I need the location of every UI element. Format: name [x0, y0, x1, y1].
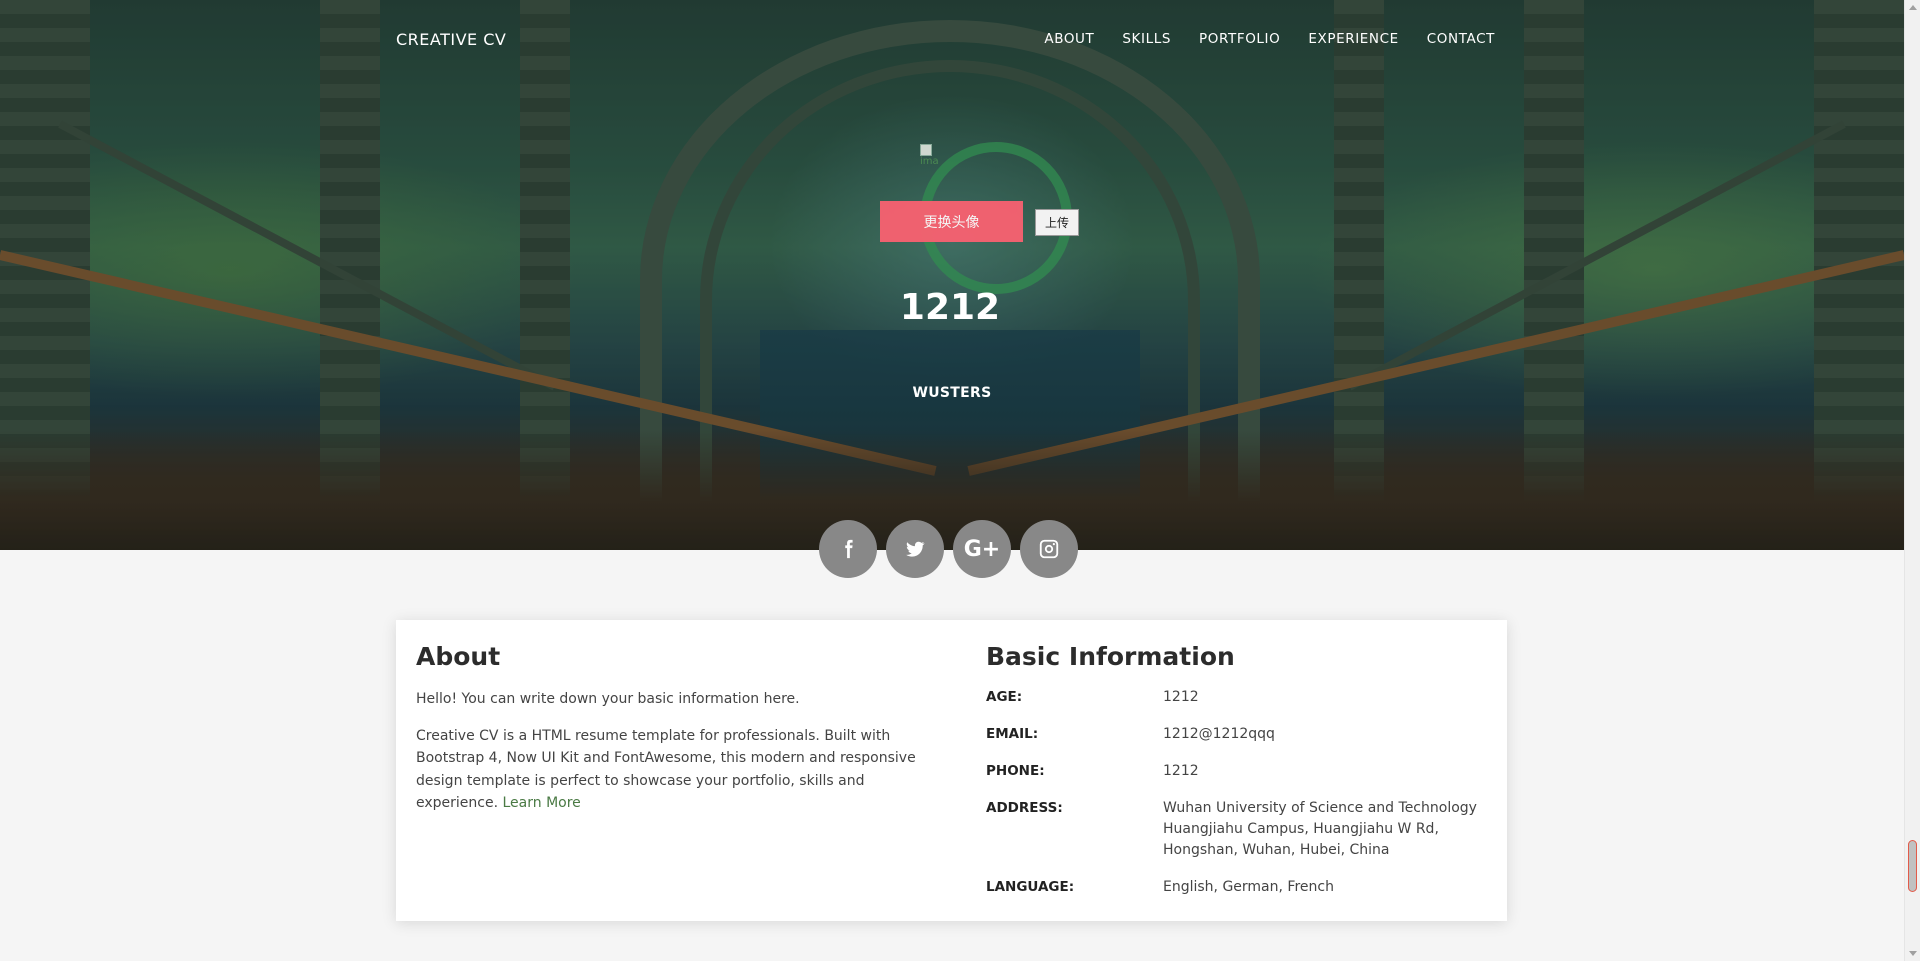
info-value: Wuhan University of Science and Technolo…: [1163, 800, 1477, 858]
about-heading: About: [416, 642, 501, 671]
social-buttons: G+: [819, 520, 1078, 578]
google-plus-button[interactable]: G+: [953, 520, 1011, 578]
facebook-button[interactable]: [819, 520, 877, 578]
avatar-alt-text: ima: [920, 156, 939, 167]
instagram-icon: [1039, 539, 1059, 559]
scroll-up-arrow-icon[interactable]: [1909, 5, 1917, 10]
broken-image-icon: ima: [920, 144, 950, 167]
image-placeholder-icon: [920, 144, 932, 156]
info-value: 1212: [1163, 689, 1199, 705]
basic-info-section: Basic Information AGE: 1212 EMAIL: 1212@…: [986, 642, 1496, 914]
basic-info-heading: Basic Information: [986, 642, 1235, 671]
profile-title: WUSTERS: [912, 385, 992, 401]
scrollbar-thumb[interactable]: [1908, 840, 1917, 892]
info-label: EMAIL:: [986, 726, 1039, 742]
profile-name-text: 1212: [899, 287, 1001, 328]
page-scrollbar[interactable]: [1904, 0, 1920, 961]
info-row-phone: PHONE: 1212: [986, 761, 1496, 782]
info-row-age: AGE: 1212: [986, 687, 1496, 708]
info-value: English, German, French: [1163, 879, 1334, 895]
info-row-language: LANGUAGE: English, German, French: [986, 877, 1496, 898]
scroll-down-arrow-icon[interactable]: [1909, 951, 1917, 956]
info-row-email: EMAIL: 1212@1212qqq: [986, 724, 1496, 745]
info-row-address: ADDRESS: Wuhan University of Science and…: [986, 798, 1496, 861]
nav-link-contact[interactable]: CONTACT: [1427, 31, 1495, 47]
brand-logo[interactable]: CREATIVE CV: [396, 30, 506, 49]
navbar: CREATIVE CV ABOUT SKILLS PORTFOLIO EXPER…: [0, 0, 1904, 80]
basic-info-list: AGE: 1212 EMAIL: 1212@1212qqq PHONE: 121…: [986, 687, 1496, 898]
info-label: AGE:: [986, 689, 1023, 705]
about-body: Creative CV is a HTML resume template fo…: [416, 725, 916, 815]
learn-more-link[interactable]: Learn More: [503, 795, 581, 811]
about-card: About Hello! You can write down your bas…: [396, 620, 1507, 921]
about-body-text: Creative CV is a HTML resume template fo…: [416, 727, 916, 812]
info-value: 1212: [1163, 763, 1199, 779]
twitter-icon: [906, 541, 925, 557]
info-label: ADDRESS:: [986, 800, 1063, 816]
upload-button[interactable]: 上传: [1035, 209, 1079, 236]
nav-links: ABOUT SKILLS PORTFOLIO EXPERIENCE CONTAC…: [1044, 31, 1495, 47]
nav-link-experience[interactable]: EXPERIENCE: [1308, 31, 1398, 47]
facebook-icon: [845, 539, 853, 559]
profile-name: 1212: [0, 287, 1904, 328]
nav-link-skills[interactable]: SKILLS: [1122, 31, 1171, 47]
twitter-button[interactable]: [886, 520, 944, 578]
about-section: About Hello! You can write down your bas…: [416, 642, 916, 815]
change-avatar-button[interactable]: 更换头像: [880, 201, 1023, 242]
info-value: 1212@1212qqq: [1163, 726, 1275, 742]
instagram-button[interactable]: [1020, 520, 1078, 578]
about-intro: Hello! You can write down your basic inf…: [416, 691, 800, 707]
info-label: LANGUAGE:: [986, 879, 1075, 895]
nav-link-about[interactable]: ABOUT: [1044, 31, 1094, 47]
info-label: PHONE:: [986, 763, 1045, 779]
nav-link-portfolio[interactable]: PORTFOLIO: [1199, 31, 1280, 47]
google-plus-icon: G+: [963, 536, 1001, 562]
